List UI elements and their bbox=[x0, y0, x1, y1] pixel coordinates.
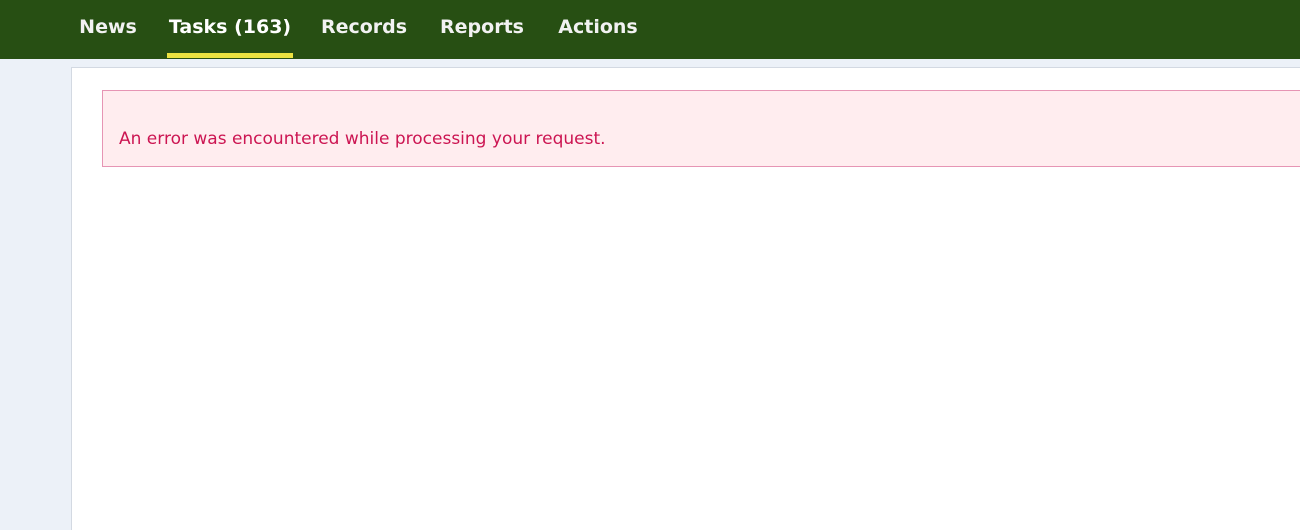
nav-item-label: Tasks (163) bbox=[168, 16, 292, 38]
nav-item-records[interactable]: Records bbox=[314, 0, 414, 59]
nav-item-news[interactable]: News bbox=[68, 0, 148, 59]
error-message: An error was encountered while processin… bbox=[119, 129, 606, 149]
nav-item-label: News bbox=[79, 16, 137, 38]
error-alert: An error was encountered while processin… bbox=[102, 90, 1300, 167]
top-navigation: News Tasks (163) Records Reports Actions bbox=[0, 0, 1300, 59]
nav-item-actions[interactable]: Actions bbox=[550, 0, 646, 59]
nav-item-label: Reports bbox=[440, 16, 524, 38]
nav-item-label: Records bbox=[320, 16, 408, 38]
active-tab-indicator bbox=[167, 53, 293, 58]
nav-item-reports[interactable]: Reports bbox=[433, 0, 531, 59]
main-content-panel: An error was encountered while processin… bbox=[71, 67, 1300, 530]
nav-item-tasks[interactable]: Tasks (163) bbox=[167, 0, 293, 59]
nav-item-label: Actions bbox=[558, 16, 638, 38]
